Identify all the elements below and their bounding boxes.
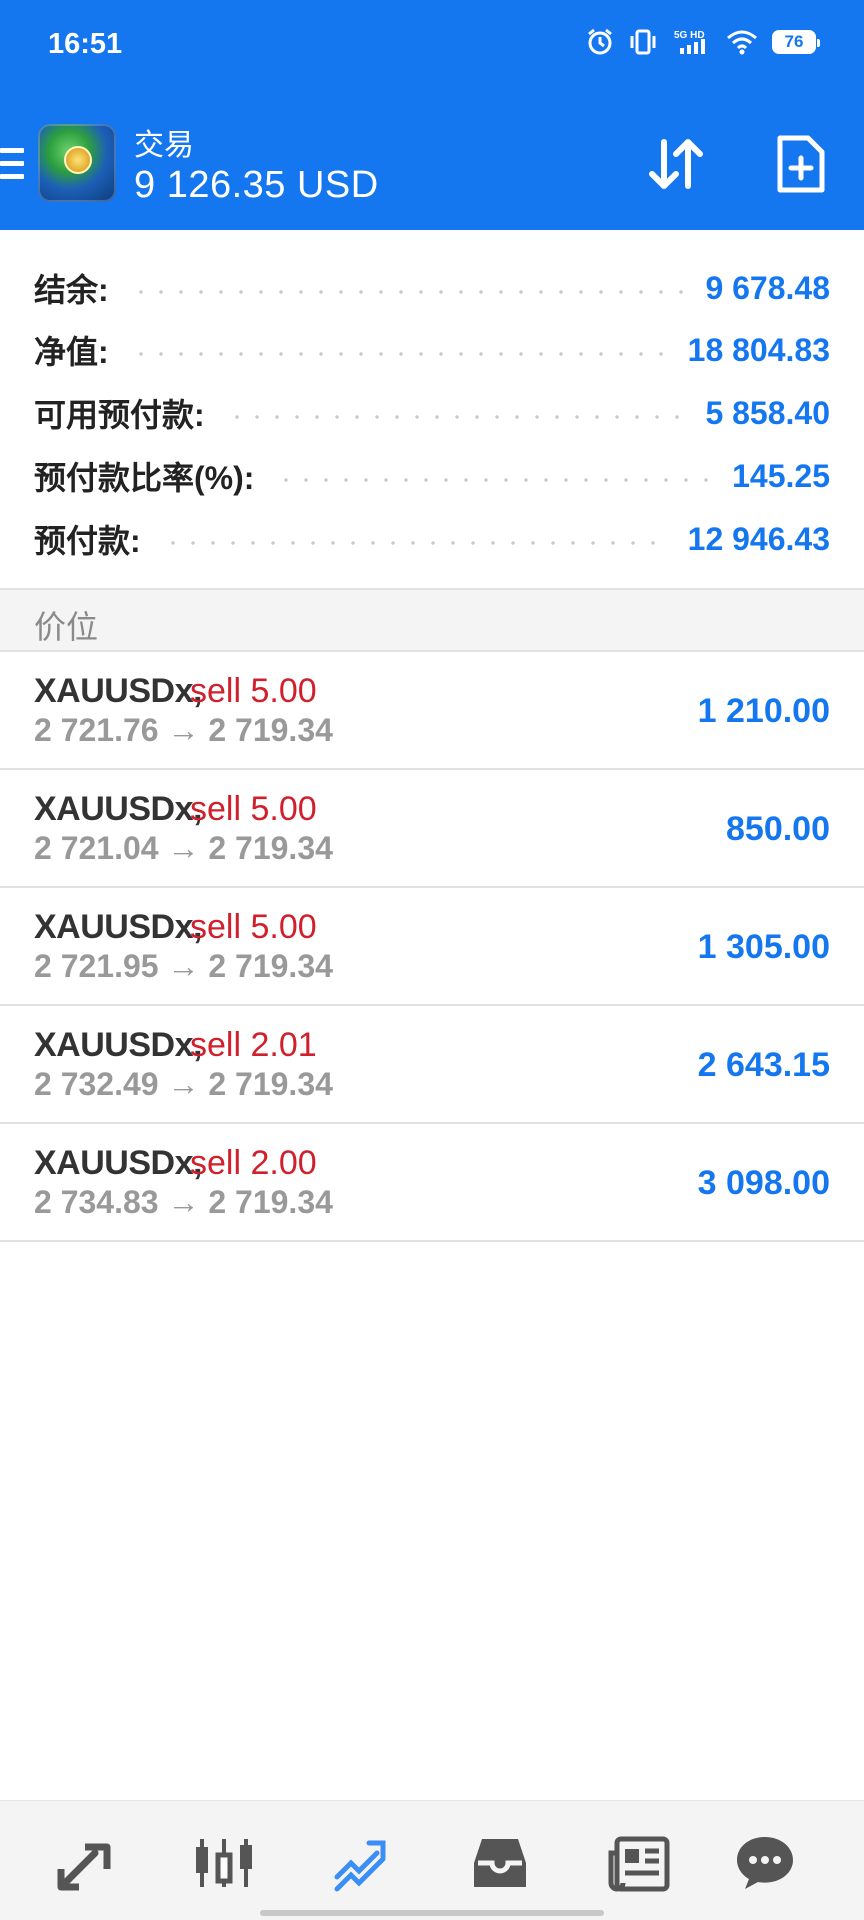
news-icon <box>608 1836 670 1892</box>
new-order-icon[interactable] <box>776 134 826 194</box>
dotted-leader <box>130 290 684 294</box>
top-bar: 16:51 5G HD 76 交易 9 126.35 USD <box>0 0 864 230</box>
section-header: 价位 <box>0 588 864 652</box>
sort-icon[interactable] <box>646 136 706 192</box>
current-price: 2 719.34 <box>208 830 333 866</box>
chart-icon <box>196 1839 252 1887</box>
position-side: sell 5.00 <box>190 908 317 946</box>
balance-label: 结余: <box>34 272 109 308</box>
balance-row: 结余: 9 678.48 <box>34 260 830 316</box>
history-icon <box>474 1839 526 1887</box>
status-time: 16:51 <box>48 28 123 60</box>
position-profit: 850.00 <box>726 810 830 848</box>
position-prices: 2 734.83 → 2 719.34 <box>34 1184 333 1221</box>
messages-icon <box>737 1837 793 1889</box>
current-price: 2 719.34 <box>208 1066 333 1102</box>
arrow-icon: → <box>167 948 200 984</box>
position-symbol: XAUUSDx, <box>34 790 202 828</box>
dotted-leader <box>162 541 666 545</box>
open-price: 2 721.04 <box>34 830 159 866</box>
app-logo <box>38 124 116 202</box>
position-side: sell 2.00 <box>190 1144 317 1182</box>
position-profit: 3 098.00 <box>697 1164 830 1202</box>
open-price: 2 721.95 <box>34 948 159 984</box>
open-price: 2 721.76 <box>34 712 159 748</box>
margin-value: 12 946.43 <box>687 520 830 557</box>
dotted-leader <box>130 352 666 356</box>
battery-indicator: 76 <box>772 30 820 54</box>
position-profit: 2 643.15 <box>697 1046 830 1084</box>
position-prices: 2 721.04 → 2 719.34 <box>34 830 333 867</box>
current-price: 2 719.34 <box>208 1184 333 1220</box>
home-indicator <box>260 1910 604 1916</box>
quotes-icon <box>57 1843 111 1891</box>
section-title: 价位 <box>34 609 99 645</box>
arrow-icon: → <box>167 830 200 866</box>
position-profit: 1 305.00 <box>697 928 830 966</box>
network-label: 5G HD <box>674 30 705 41</box>
header-balance: 9 126.35 USD <box>134 164 379 206</box>
current-price: 2 719.34 <box>208 712 333 748</box>
free-margin-row: 可用预付款: 5 858.40 <box>34 385 830 441</box>
open-price: 2 732.49 <box>34 1066 159 1102</box>
alarm-icon <box>588 28 612 55</box>
free-margin-value: 5 858.40 <box>705 394 830 431</box>
position-row[interactable]: XAUUSDx, sell 2.00 2 734.83 → 2 719.34 3… <box>0 1124 864 1242</box>
current-price: 2 719.34 <box>208 948 333 984</box>
equity-value: 18 804.83 <box>687 331 830 368</box>
position-row[interactable]: XAUUSDx, sell 5.00 2 721.95 → 2 719.34 1… <box>0 888 864 1006</box>
nav-news[interactable] <box>604 1831 674 1895</box>
menu-icon[interactable] <box>0 148 24 182</box>
arrow-icon: → <box>167 1184 200 1220</box>
open-price: 2 734.83 <box>34 1184 159 1220</box>
position-symbol: XAUUSDx, <box>34 1144 202 1182</box>
position-side: sell 5.00 <box>190 672 317 710</box>
position-symbol: XAUUSDx, <box>34 1026 202 1064</box>
position-side: sell 2.01 <box>190 1026 317 1064</box>
balance-value: 9 678.48 <box>705 269 830 306</box>
margin-level-row: 预付款比率(%): 145.25 <box>34 448 830 504</box>
free-margin-label: 可用预付款: <box>34 397 205 433</box>
margin-level-value: 145.25 <box>732 457 830 494</box>
position-prices: 2 721.76 → 2 719.34 <box>34 712 333 749</box>
position-symbol: XAUUSDx, <box>34 908 202 946</box>
nav-trade[interactable] <box>326 1831 396 1895</box>
margin-label: 预付款: <box>34 523 141 559</box>
trade-icon <box>334 1840 386 1892</box>
equity-row: 净值: 18 804.83 <box>34 322 830 378</box>
margin-row: 预付款: 12 946.43 <box>34 511 830 567</box>
signal-icon: 5G HD <box>674 30 705 54</box>
vibrate-icon <box>630 29 656 55</box>
wifi-icon <box>727 30 757 55</box>
position-row[interactable]: XAUUSDx, sell 5.00 2 721.76 → 2 719.34 1… <box>0 652 864 770</box>
position-profit: 1 210.00 <box>697 692 830 730</box>
page-title: 交易 <box>134 129 194 162</box>
equity-label: 净值: <box>34 334 109 370</box>
positions-list: XAUUSDx, sell 5.00 2 721.76 → 2 719.34 1… <box>0 652 864 1242</box>
position-symbol: XAUUSDx, <box>34 672 202 710</box>
position-row[interactable]: XAUUSDx, sell 2.01 2 732.49 → 2 719.34 2… <box>0 1006 864 1124</box>
dotted-leader <box>276 478 711 482</box>
status-icons: 5G HD 76 <box>586 28 820 56</box>
position-side: sell 5.00 <box>190 790 317 828</box>
dotted-leader <box>226 415 684 419</box>
nav-messages[interactable] <box>730 1831 800 1895</box>
nav-quotes[interactable] <box>52 1831 122 1895</box>
nav-history[interactable] <box>465 1831 535 1895</box>
nav-chart[interactable] <box>189 1831 259 1895</box>
position-prices: 2 721.95 → 2 719.34 <box>34 948 333 985</box>
bottom-nav <box>0 1800 864 1920</box>
arrow-icon: → <box>167 1066 200 1102</box>
arrow-icon: → <box>167 712 200 748</box>
position-row[interactable]: XAUUSDx, sell 5.00 2 721.04 → 2 719.34 8… <box>0 770 864 888</box>
position-prices: 2 732.49 → 2 719.34 <box>34 1066 333 1103</box>
margin-level-label: 预付款比率(%): <box>34 460 255 496</box>
account-summary: 结余: 9 678.48 净值: 18 804.83 可用预付款: 5 858.… <box>0 230 864 588</box>
